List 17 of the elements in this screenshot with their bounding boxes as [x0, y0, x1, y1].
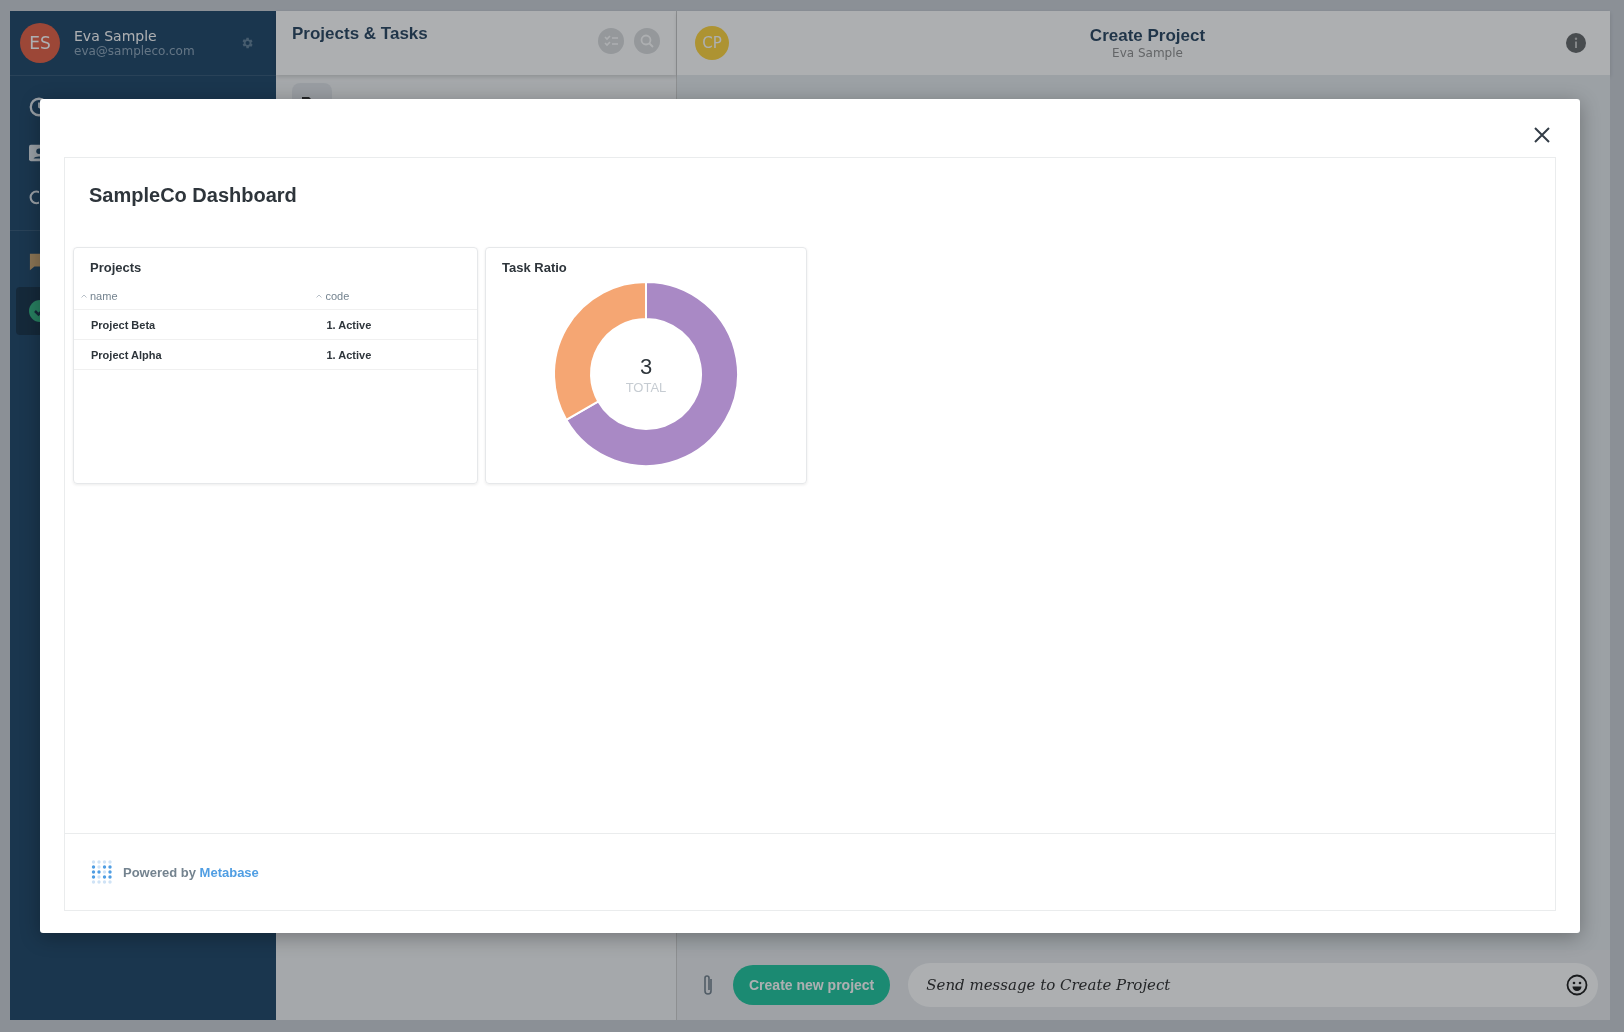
total-value: 3 [639, 353, 653, 380]
total-label: TOTAL [625, 379, 667, 395]
user-name: Eva Sample [74, 28, 158, 44]
powered-by-text: Powered by Metabase [123, 864, 259, 880]
card-title: Task Ratio [501, 259, 568, 275]
dashboard-title: SampleCo Dashboard [89, 184, 298, 207]
user-avatar: ES [20, 23, 60, 63]
card-title: Projects [89, 259, 143, 275]
chat-subtitle: Eva Sample [1112, 46, 1183, 60]
panel-title: Projects & Tasks [292, 24, 428, 44]
table-cell-text: Project Alpha [90, 348, 162, 361]
table-cell-text: Project Beta [90, 318, 156, 331]
table-cell-text: 1. Active [325, 318, 372, 331]
chat-title: Create Project [1089, 26, 1206, 46]
table-cell-text: 1. Active [325, 348, 372, 361]
user-email: eva@sampleco.com [74, 44, 196, 58]
chat-avatar: CP [695, 26, 729, 60]
